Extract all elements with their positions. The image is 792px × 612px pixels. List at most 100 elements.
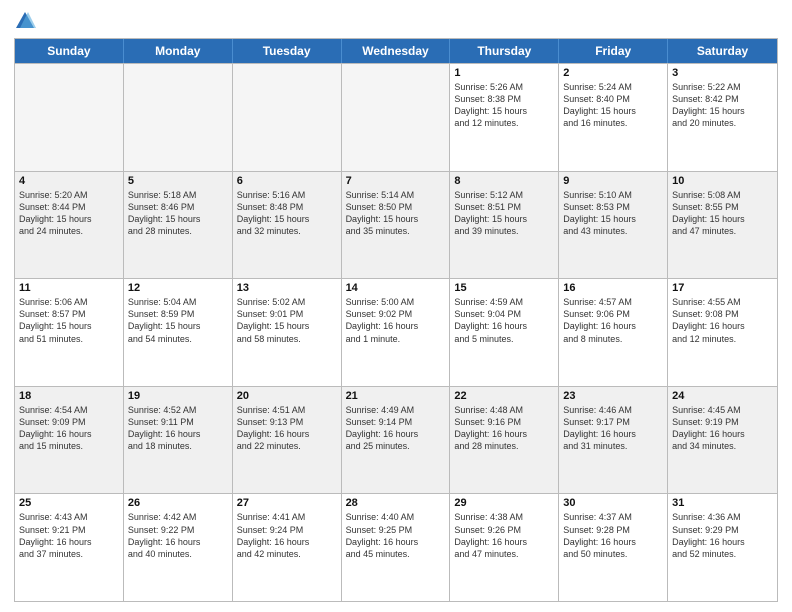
cell-info: Sunrise: 5:14 AMSunset: 8:50 PMDaylight:… <box>346 189 446 238</box>
cell-info: Sunrise: 5:06 AMSunset: 8:57 PMDaylight:… <box>19 296 119 345</box>
day-number: 16 <box>563 282 663 294</box>
calendar-cell: 9Sunrise: 5:10 AMSunset: 8:53 PMDaylight… <box>559 172 668 279</box>
day-number: 24 <box>672 390 773 402</box>
calendar-cell: 7 Sunrise: 5:14 AMSunset: 8:50 PMDaylight… <box>342 172 451 279</box>
cell-info: Sunrise: 4:54 AMSunset: 9:09 PMDaylight:… <box>19 404 119 453</box>
day-number: 25 <box>19 497 119 509</box>
calendar-cell: 27Sunrise: 4:41 AMSunset: 9:24 PMDayligh… <box>233 494 342 601</box>
cell-info: Sunrise: 5:24 AMSunset: 8:40 PMDaylight:… <box>563 81 663 130</box>
calendar-cell: 31Sunrise: 4:36 AMSunset: 9:29 PMDayligh… <box>668 494 777 601</box>
day-number: 29 <box>454 497 554 509</box>
calendar-cell: 28Sunrise: 4:40 AMSunset: 9:25 PMDayligh… <box>342 494 451 601</box>
calendar-cell: 6 Sunrise: 5:16 AMSunset: 8:48 PMDaylight… <box>233 172 342 279</box>
calendar-cell: 18 Sunrise: 4:54 AMSunset: 9:09 PMDayligh… <box>15 387 124 494</box>
day-number: 18 <box>19 390 119 402</box>
calendar: SundayMondayTuesdayWednesdayThursdayFrid… <box>14 38 778 602</box>
calendar-cell: 11Sunrise: 5:06 AMSunset: 8:57 PMDayligh… <box>15 279 124 386</box>
day-number: 8 <box>454 175 554 187</box>
calendar-cell <box>124 64 233 171</box>
cell-info: Sunrise: 5:04 AMSunset: 8:59 PMDaylight:… <box>128 296 228 345</box>
day-number: 2 <box>563 67 663 79</box>
logo <box>14 10 38 32</box>
day-number: 28 <box>346 497 446 509</box>
day-number: 19 <box>128 390 228 402</box>
cell-info: Sunrise: 5:10 AMSunset: 8:53 PMDaylight:… <box>563 189 663 238</box>
cell-info: Sunrise: 5:26 AMSunset: 8:38 PMDaylight:… <box>454 81 554 130</box>
calendar-header-cell: Sunday <box>15 39 124 63</box>
cell-info: Sunrise: 5:12 AMSunset: 8:51 PMDaylight:… <box>454 189 554 238</box>
calendar-cell: 23 Sunrise: 4:46 AMSunset: 9:17 PMDayligh… <box>559 387 668 494</box>
calendar-cell: 30 Sunrise: 4:37 AMSunset: 9:28 PMDayligh… <box>559 494 668 601</box>
cell-info: Sunrise: 5:20 AMSunset: 8:44 PMDaylight:… <box>19 189 119 238</box>
day-number: 13 <box>237 282 337 294</box>
calendar-cell: 15 Sunrise: 4:59 AMSunset: 9:04 PMDayligh… <box>450 279 559 386</box>
day-number: 7 <box>346 175 446 187</box>
logo-icon <box>14 10 36 32</box>
day-number: 26 <box>128 497 228 509</box>
cell-info: Sunrise: 5:16 AMSunset: 8:48 PMDaylight:… <box>237 189 337 238</box>
cell-info: Sunrise: 4:51 AMSunset: 9:13 PMDaylight:… <box>237 404 337 453</box>
cell-info: Sunrise: 5:22 AMSunset: 8:42 PMDaylight:… <box>672 81 773 130</box>
calendar-cell: 20 Sunrise: 4:51 AMSunset: 9:13 PMDayligh… <box>233 387 342 494</box>
calendar-cell: 17Sunrise: 4:55 AMSunset: 9:08 PMDayligh… <box>668 279 777 386</box>
cell-info: Sunrise: 5:02 AMSunset: 9:01 PMDaylight:… <box>237 296 337 345</box>
calendar-cell: 3 Sunrise: 5:22 AMSunset: 8:42 PMDaylight… <box>668 64 777 171</box>
day-number: 31 <box>672 497 773 509</box>
calendar-cell: 12 Sunrise: 5:04 AMSunset: 8:59 PMDayligh… <box>124 279 233 386</box>
day-number: 3 <box>672 67 773 79</box>
day-number: 12 <box>128 282 228 294</box>
calendar-cell: 22 Sunrise: 4:48 AMSunset: 9:16 PMDayligh… <box>450 387 559 494</box>
calendar-cell: 8 Sunrise: 5:12 AMSunset: 8:51 PMDaylight… <box>450 172 559 279</box>
calendar-header-cell: Thursday <box>450 39 559 63</box>
day-number: 6 <box>237 175 337 187</box>
calendar-header-row: SundayMondayTuesdayWednesdayThursdayFrid… <box>15 39 777 63</box>
calendar-cell <box>342 64 451 171</box>
calendar-cell <box>233 64 342 171</box>
calendar-row: 25 Sunrise: 4:43 AMSunset: 9:21 PMDayligh… <box>15 493 777 601</box>
page: SundayMondayTuesdayWednesdayThursdayFrid… <box>0 0 792 612</box>
day-number: 20 <box>237 390 337 402</box>
day-number: 22 <box>454 390 554 402</box>
day-number: 14 <box>346 282 446 294</box>
cell-info: Sunrise: 4:52 AMSunset: 9:11 PMDaylight:… <box>128 404 228 453</box>
day-number: 21 <box>346 390 446 402</box>
day-number: 17 <box>672 282 773 294</box>
calendar-header-cell: Saturday <box>668 39 777 63</box>
cell-info: Sunrise: 4:48 AMSunset: 9:16 PMDaylight:… <box>454 404 554 453</box>
cell-info: Sunrise: 4:46 AMSunset: 9:17 PMDaylight:… <box>563 404 663 453</box>
calendar-cell: 21 Sunrise: 4:49 AMSunset: 9:14 PMDayligh… <box>342 387 451 494</box>
cell-info: Sunrise: 4:57 AMSunset: 9:06 PMDaylight:… <box>563 296 663 345</box>
cell-info: Sunrise: 4:38 AMSunset: 9:26 PMDaylight:… <box>454 511 554 560</box>
cell-info: Sunrise: 5:08 AMSunset: 8:55 PMDaylight:… <box>672 189 773 238</box>
calendar-row: 11Sunrise: 5:06 AMSunset: 8:57 PMDayligh… <box>15 278 777 386</box>
calendar-cell: 25 Sunrise: 4:43 AMSunset: 9:21 PMDayligh… <box>15 494 124 601</box>
day-number: 15 <box>454 282 554 294</box>
day-number: 10 <box>672 175 773 187</box>
header <box>14 10 778 32</box>
day-number: 4 <box>19 175 119 187</box>
calendar-cell: 29 Sunrise: 4:38 AMSunset: 9:26 PMDayligh… <box>450 494 559 601</box>
calendar-row: 1 Sunrise: 5:26 AMSunset: 8:38 PMDaylight… <box>15 63 777 171</box>
calendar-cell: 14 Sunrise: 5:00 AMSunset: 9:02 PMDayligh… <box>342 279 451 386</box>
cell-info: Sunrise: 4:37 AMSunset: 9:28 PMDaylight:… <box>563 511 663 560</box>
day-number: 30 <box>563 497 663 509</box>
calendar-cell: 4 Sunrise: 5:20 AMSunset: 8:44 PMDaylight… <box>15 172 124 279</box>
cell-info: Sunrise: 4:43 AMSunset: 9:21 PMDaylight:… <box>19 511 119 560</box>
calendar-body: 1 Sunrise: 5:26 AMSunset: 8:38 PMDaylight… <box>15 63 777 601</box>
day-number: 23 <box>563 390 663 402</box>
cell-info: Sunrise: 4:45 AMSunset: 9:19 PMDaylight:… <box>672 404 773 453</box>
day-number: 1 <box>454 67 554 79</box>
calendar-cell: 24 Sunrise: 4:45 AMSunset: 9:19 PMDayligh… <box>668 387 777 494</box>
day-number: 5 <box>128 175 228 187</box>
calendar-cell: 1 Sunrise: 5:26 AMSunset: 8:38 PMDaylight… <box>450 64 559 171</box>
cell-info: Sunrise: 5:18 AMSunset: 8:46 PMDaylight:… <box>128 189 228 238</box>
calendar-cell: 19 Sunrise: 4:52 AMSunset: 9:11 PMDayligh… <box>124 387 233 494</box>
cell-info: Sunrise: 4:59 AMSunset: 9:04 PMDaylight:… <box>454 296 554 345</box>
calendar-cell <box>15 64 124 171</box>
calendar-cell: 5 Sunrise: 5:18 AMSunset: 8:46 PMDaylight… <box>124 172 233 279</box>
calendar-header-cell: Monday <box>124 39 233 63</box>
calendar-cell: 26Sunrise: 4:42 AMSunset: 9:22 PMDayligh… <box>124 494 233 601</box>
cell-info: Sunrise: 5:00 AMSunset: 9:02 PMDaylight:… <box>346 296 446 345</box>
cell-info: Sunrise: 4:49 AMSunset: 9:14 PMDaylight:… <box>346 404 446 453</box>
calendar-header-cell: Friday <box>559 39 668 63</box>
